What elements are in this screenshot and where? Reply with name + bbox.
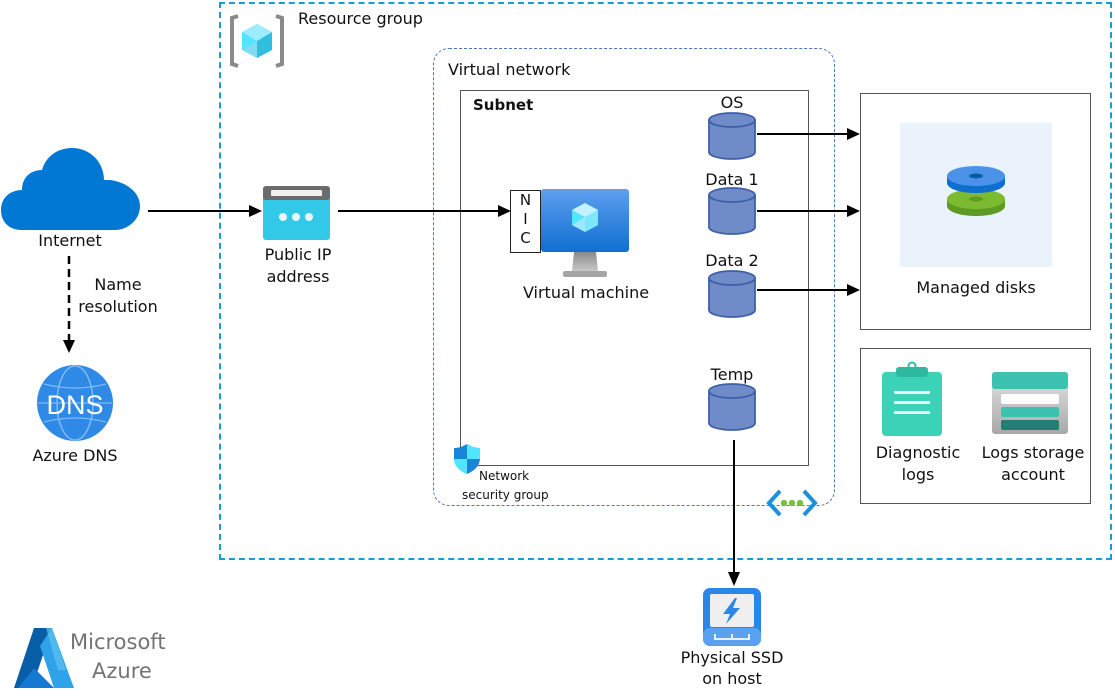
edge-temp-to-ssd: [728, 440, 740, 586]
disk-temp-icon: [708, 383, 756, 431]
public-ip-icon: [263, 186, 330, 240]
shield-icon: [454, 444, 480, 474]
virtual-machine-icon: [541, 189, 629, 277]
managed-disks-label: Managed disks: [916, 278, 1036, 297]
edge-internet-to-public-ip: [148, 205, 262, 217]
public-ip-label-line1: Public IP: [264, 245, 332, 264]
svg-text:DNS: DNS: [46, 390, 103, 420]
disk-data2-icon: [708, 270, 756, 318]
nsg-label-line2: security group: [462, 488, 549, 502]
diagnostic-logs-line2: logs: [901, 465, 935, 484]
virtual-machine-label: Virtual machine: [522, 283, 650, 302]
disk-os-label: OS: [720, 93, 744, 112]
resource-group-icon: [230, 14, 284, 68]
dns-icon: DNS: [37, 365, 113, 441]
nic-letter-n: N: [519, 191, 532, 209]
nic-letter-i: I: [523, 210, 528, 228]
edge-data1-to-managed-disks: [757, 205, 860, 217]
nsg-label-line1: Network: [479, 469, 530, 483]
nic-letter-c: C: [520, 229, 531, 247]
physical-ssd-line2: on host: [702, 669, 762, 688]
logo-microsoft: Microsoft: [70, 630, 166, 654]
disk-data1-icon: [708, 187, 756, 235]
logs-storage-line1: Logs storage: [981, 443, 1085, 462]
virtual-network-icon: [766, 489, 818, 517]
resource-group-label: Resource group: [298, 9, 423, 28]
subnet-label: Subnet: [473, 96, 534, 114]
public-ip-label-line2: address: [266, 267, 330, 286]
storage-account-icon: [992, 372, 1068, 434]
clipboard-icon: [882, 361, 942, 436]
azure-logo-icon: [14, 628, 74, 688]
virtual-network-label: Virtual network: [448, 60, 571, 79]
name-resolution-line1: Name: [94, 275, 142, 294]
internet-label: Internet: [38, 231, 102, 250]
edge-public-ip-to-nic: [338, 205, 511, 217]
logs-storage-line2: account: [1001, 465, 1065, 484]
azure-dns-label: Azure DNS: [32, 446, 118, 465]
diagnostic-logs-line1: Diagnostic: [875, 443, 961, 462]
name-resolution-line2: resolution: [78, 297, 158, 316]
managed-disks-icon: [947, 166, 1005, 216]
edge-os-to-managed-disks: [757, 128, 860, 140]
disk-os-icon: [708, 112, 756, 160]
logo-azure: Azure: [92, 659, 152, 683]
disk-data2-label: Data 2: [705, 251, 759, 270]
cloud-icon: [1, 148, 140, 230]
physical-ssd-line1: Physical SSD: [680, 648, 784, 667]
edge-data2-to-managed-disks: [757, 284, 860, 296]
ssd-icon: [703, 588, 761, 646]
